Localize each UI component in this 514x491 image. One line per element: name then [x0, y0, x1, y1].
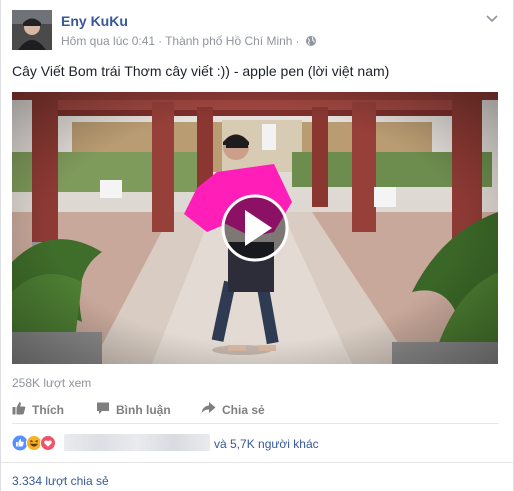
- action-bar: Thích Bình luận Chia sẻ: [12, 393, 498, 424]
- meta-separator-2: ·: [295, 34, 300, 48]
- share-label: Chia sẻ: [222, 402, 265, 417]
- post-timestamp[interactable]: Hôm qua lúc 0:41: [61, 34, 155, 48]
- thumbs-up-icon: [12, 401, 32, 418]
- reactions-summary[interactable]: và 5,7K người khác: [12, 433, 498, 453]
- divider: [1, 462, 514, 463]
- post-text: Cây Viết Bom trái Thơm cây viết :)) - ap…: [12, 63, 390, 79]
- avatar[interactable]: [12, 10, 52, 50]
- chevron-down-icon[interactable]: [484, 12, 500, 24]
- view-count: 258K lượt xem: [12, 376, 92, 390]
- share-button[interactable]: Chia sẻ: [201, 401, 265, 418]
- comment-label: Bình luận: [116, 402, 171, 417]
- haha-reaction-icon: [26, 435, 42, 451]
- comment-icon: [96, 401, 116, 418]
- reaction-others[interactable]: và 5,7K người khác: [214, 437, 319, 451]
- like-reaction-icon: [12, 435, 28, 451]
- feed-post: Eny KuKu Hôm qua lúc 0:41 · Thành phố Hồ C…: [0, 0, 514, 491]
- share-icon: [201, 401, 222, 418]
- like-button[interactable]: Thích: [12, 401, 64, 418]
- post-meta: Hôm qua lúc 0:41 · Thành phố Hồ Chí Minh ·: [61, 34, 317, 50]
- globe-icon[interactable]: [305, 35, 317, 50]
- author-name[interactable]: Eny KuKu: [61, 13, 128, 29]
- love-reaction-icon: [40, 435, 56, 451]
- share-count[interactable]: 3.334 lượt chia sẻ: [12, 474, 109, 488]
- meta-separator: ·: [158, 34, 163, 48]
- redacted-names: [64, 434, 210, 451]
- comment-button[interactable]: Bình luận: [96, 401, 171, 418]
- video-player[interactable]: [12, 92, 498, 364]
- reaction-icons: [12, 435, 60, 451]
- post-location[interactable]: Thành phố Hồ Chí Minh: [165, 34, 292, 48]
- post-header: Eny KuKu Hôm qua lúc 0:41 · Thành phố Hồ C…: [12, 10, 502, 52]
- like-label: Thích: [32, 402, 64, 417]
- play-icon[interactable]: [221, 194, 289, 262]
